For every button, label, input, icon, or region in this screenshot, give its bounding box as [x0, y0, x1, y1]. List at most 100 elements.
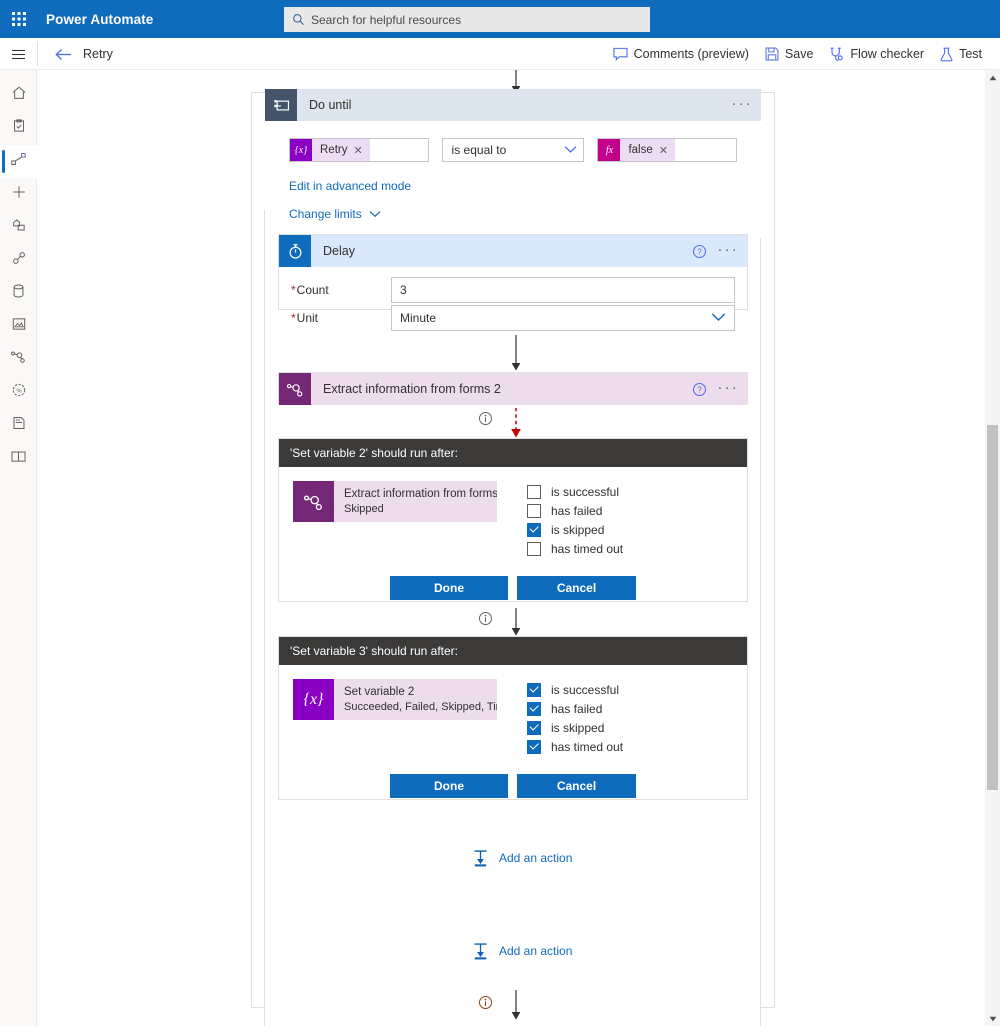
- save-icon: [765, 47, 779, 61]
- scroll-down-arrow-icon[interactable]: [985, 1011, 1000, 1026]
- checkbox-checked-icon[interactable]: [527, 682, 541, 697]
- runafter-1-source-name: Extract information from forms 2: [344, 488, 497, 500]
- flow-name-label: Retry: [83, 47, 113, 61]
- change-limits-label: Change limits: [289, 207, 362, 221]
- sidebar-item-connectors[interactable]: [0, 244, 37, 277]
- brand-title[interactable]: Power Automate: [46, 12, 153, 27]
- delay-card-header[interactable]: Delay ? ···: [279, 235, 747, 267]
- function-token-chip[interactable]: fx false ✕: [598, 139, 675, 161]
- runafter-1-option-is-successful[interactable]: is successful: [527, 482, 623, 501]
- back-button[interactable]: Retry: [55, 38, 113, 70]
- runafter-2-done-button[interactable]: Done: [390, 774, 508, 798]
- runafter-1-cancel-button[interactable]: Cancel: [517, 576, 636, 600]
- add-action-icon: [471, 942, 490, 960]
- checkbox-checked-icon[interactable]: [527, 739, 541, 754]
- sidebar-item-create[interactable]: [0, 178, 37, 211]
- app-launcher-icon[interactable]: [0, 0, 38, 38]
- test-label: Test: [959, 47, 982, 61]
- sidebar-item-data[interactable]: [0, 277, 37, 310]
- hamburger-menu-icon[interactable]: [0, 38, 37, 70]
- extract-card-title: Extract information from forms 2: [323, 382, 501, 396]
- runafter-1-done-button[interactable]: Done: [390, 576, 508, 600]
- delay-card: Delay ? ··· *Count 3 *Unit Minute: [278, 234, 748, 331]
- condition-left-input[interactable]: {x} Retry ✕: [289, 138, 429, 162]
- add-action-icon: [471, 849, 490, 867]
- add-action-inner-button[interactable]: Add an action: [471, 849, 572, 867]
- search-input[interactable]: Search for helpful resources: [284, 7, 650, 32]
- save-button[interactable]: Save: [757, 38, 822, 70]
- change-limits-link[interactable]: Change limits: [265, 207, 761, 221]
- help-circle-icon[interactable]: ?: [692, 382, 707, 397]
- checkbox-checked-icon[interactable]: [527, 720, 541, 735]
- checkbox-icon[interactable]: [527, 541, 541, 556]
- delay-header-actions: ? ···: [692, 235, 739, 267]
- runafter-2-options: is successful has failed is skipped has …: [527, 679, 623, 756]
- delay-overflow-menu-icon[interactable]: ···: [717, 242, 739, 261]
- sidebar-item-process-mining[interactable]: [0, 343, 37, 376]
- flow-checker-button[interactable]: Flow checker: [821, 38, 932, 70]
- delay-unit-label: *Unit: [291, 311, 319, 325]
- comments-button[interactable]: Comments (preview): [605, 38, 757, 70]
- delay-count-row: *Count 3: [279, 276, 747, 304]
- svg-text:%: %: [16, 389, 21, 395]
- command-bar: Retry Comments (preview) Save Flow check…: [0, 38, 1000, 70]
- checkbox-checked-icon[interactable]: [527, 701, 541, 716]
- sidebar-item-my-flows[interactable]: [0, 145, 37, 178]
- function-token-remove-icon[interactable]: ✕: [659, 144, 675, 157]
- runafter-1-option-is-skipped[interactable]: is skipped: [527, 520, 623, 539]
- chevron-down-icon: [369, 210, 381, 218]
- sidebar-item-templates[interactable]: [0, 211, 37, 244]
- scroll-up-arrow-icon[interactable]: [985, 70, 1000, 85]
- help-circle-icon[interactable]: ?: [692, 244, 707, 259]
- sidebar-item-approvals[interactable]: [0, 112, 37, 145]
- option-label: has timed out: [551, 541, 624, 556]
- delay-count-input[interactable]: 3: [391, 277, 735, 303]
- variable-token-remove-icon[interactable]: ✕: [353, 144, 369, 157]
- test-button[interactable]: Test: [932, 38, 990, 70]
- delay-unit-value: Minute: [400, 311, 437, 325]
- set-variable-icon: {x}: [293, 679, 334, 720]
- sidebar-item-solutions[interactable]: [0, 409, 37, 442]
- condition-right-input[interactable]: fx false ✕: [597, 138, 738, 162]
- runafter-2-body: {x} Set variable 2 Succeeded, Failed, Sk…: [279, 665, 747, 756]
- connectors-icon: [11, 250, 27, 271]
- sidebar-item-ai-builder[interactable]: [0, 310, 37, 343]
- runafter-2-option-is-skipped[interactable]: is skipped: [527, 718, 623, 737]
- do-until-overflow-menu-icon[interactable]: ···: [731, 96, 753, 115]
- delay-title: Delay: [323, 244, 355, 258]
- runafter-2-cancel-button[interactable]: Cancel: [517, 774, 636, 798]
- learn-book-icon: [10, 449, 27, 469]
- checkbox-icon[interactable]: [527, 484, 541, 499]
- sidebar-item-process-advisor[interactable]: %: [0, 376, 37, 409]
- do-until-condition-row: {x} Retry ✕ is equal to fx false ✕: [265, 138, 761, 162]
- runafter-2-option-is-successful[interactable]: is successful: [527, 680, 623, 699]
- runafter-1-option-has-failed[interactable]: has failed: [527, 501, 623, 520]
- runafter-2-option-has-failed[interactable]: has failed: [527, 699, 623, 718]
- runafter-2-info-circle-icon[interactable]: [478, 611, 493, 626]
- runafter-1-info-circle-icon[interactable]: [478, 411, 493, 426]
- condition-operator-select[interactable]: is equal to: [441, 138, 585, 162]
- variable-token-chip[interactable]: {x} Retry ✕: [290, 139, 370, 161]
- option-label: has failed: [551, 701, 603, 716]
- extract-overflow-menu-icon[interactable]: ···: [717, 380, 739, 399]
- delay-count-value: 3: [400, 283, 407, 297]
- bottom-info-circle-icon[interactable]: [478, 995, 493, 1010]
- do-until-card-header[interactable]: Do until ···: [265, 89, 761, 121]
- checkbox-checked-icon[interactable]: [527, 522, 541, 537]
- create-plus-icon: [11, 184, 27, 205]
- edit-advanced-mode-link[interactable]: Edit in advanced mode: [265, 179, 761, 193]
- ai-builder-forms-icon: [293, 481, 334, 522]
- sidebar-item-learn[interactable]: [0, 442, 37, 475]
- add-action-outer-button[interactable]: Add an action: [471, 942, 572, 960]
- runafter-1-option-has-timed-out[interactable]: has timed out: [527, 539, 623, 558]
- command-bar-actions: Comments (preview) Save Flow checker Tes…: [605, 38, 990, 70]
- runafter-2-option-has-timed-out[interactable]: has timed out: [527, 737, 623, 756]
- scrollbar-thumb[interactable]: [987, 425, 998, 790]
- sidebar-item-home[interactable]: [0, 79, 37, 112]
- checkbox-icon[interactable]: [527, 503, 541, 518]
- vertical-scrollbar[interactable]: [985, 70, 1000, 1026]
- search-icon: [292, 13, 305, 26]
- extract-information-card: Extract information from forms 2 ? ···: [278, 372, 748, 405]
- delay-unit-select[interactable]: Minute: [391, 305, 735, 331]
- extract-card-header[interactable]: Extract information from forms 2 ? ···: [279, 373, 747, 405]
